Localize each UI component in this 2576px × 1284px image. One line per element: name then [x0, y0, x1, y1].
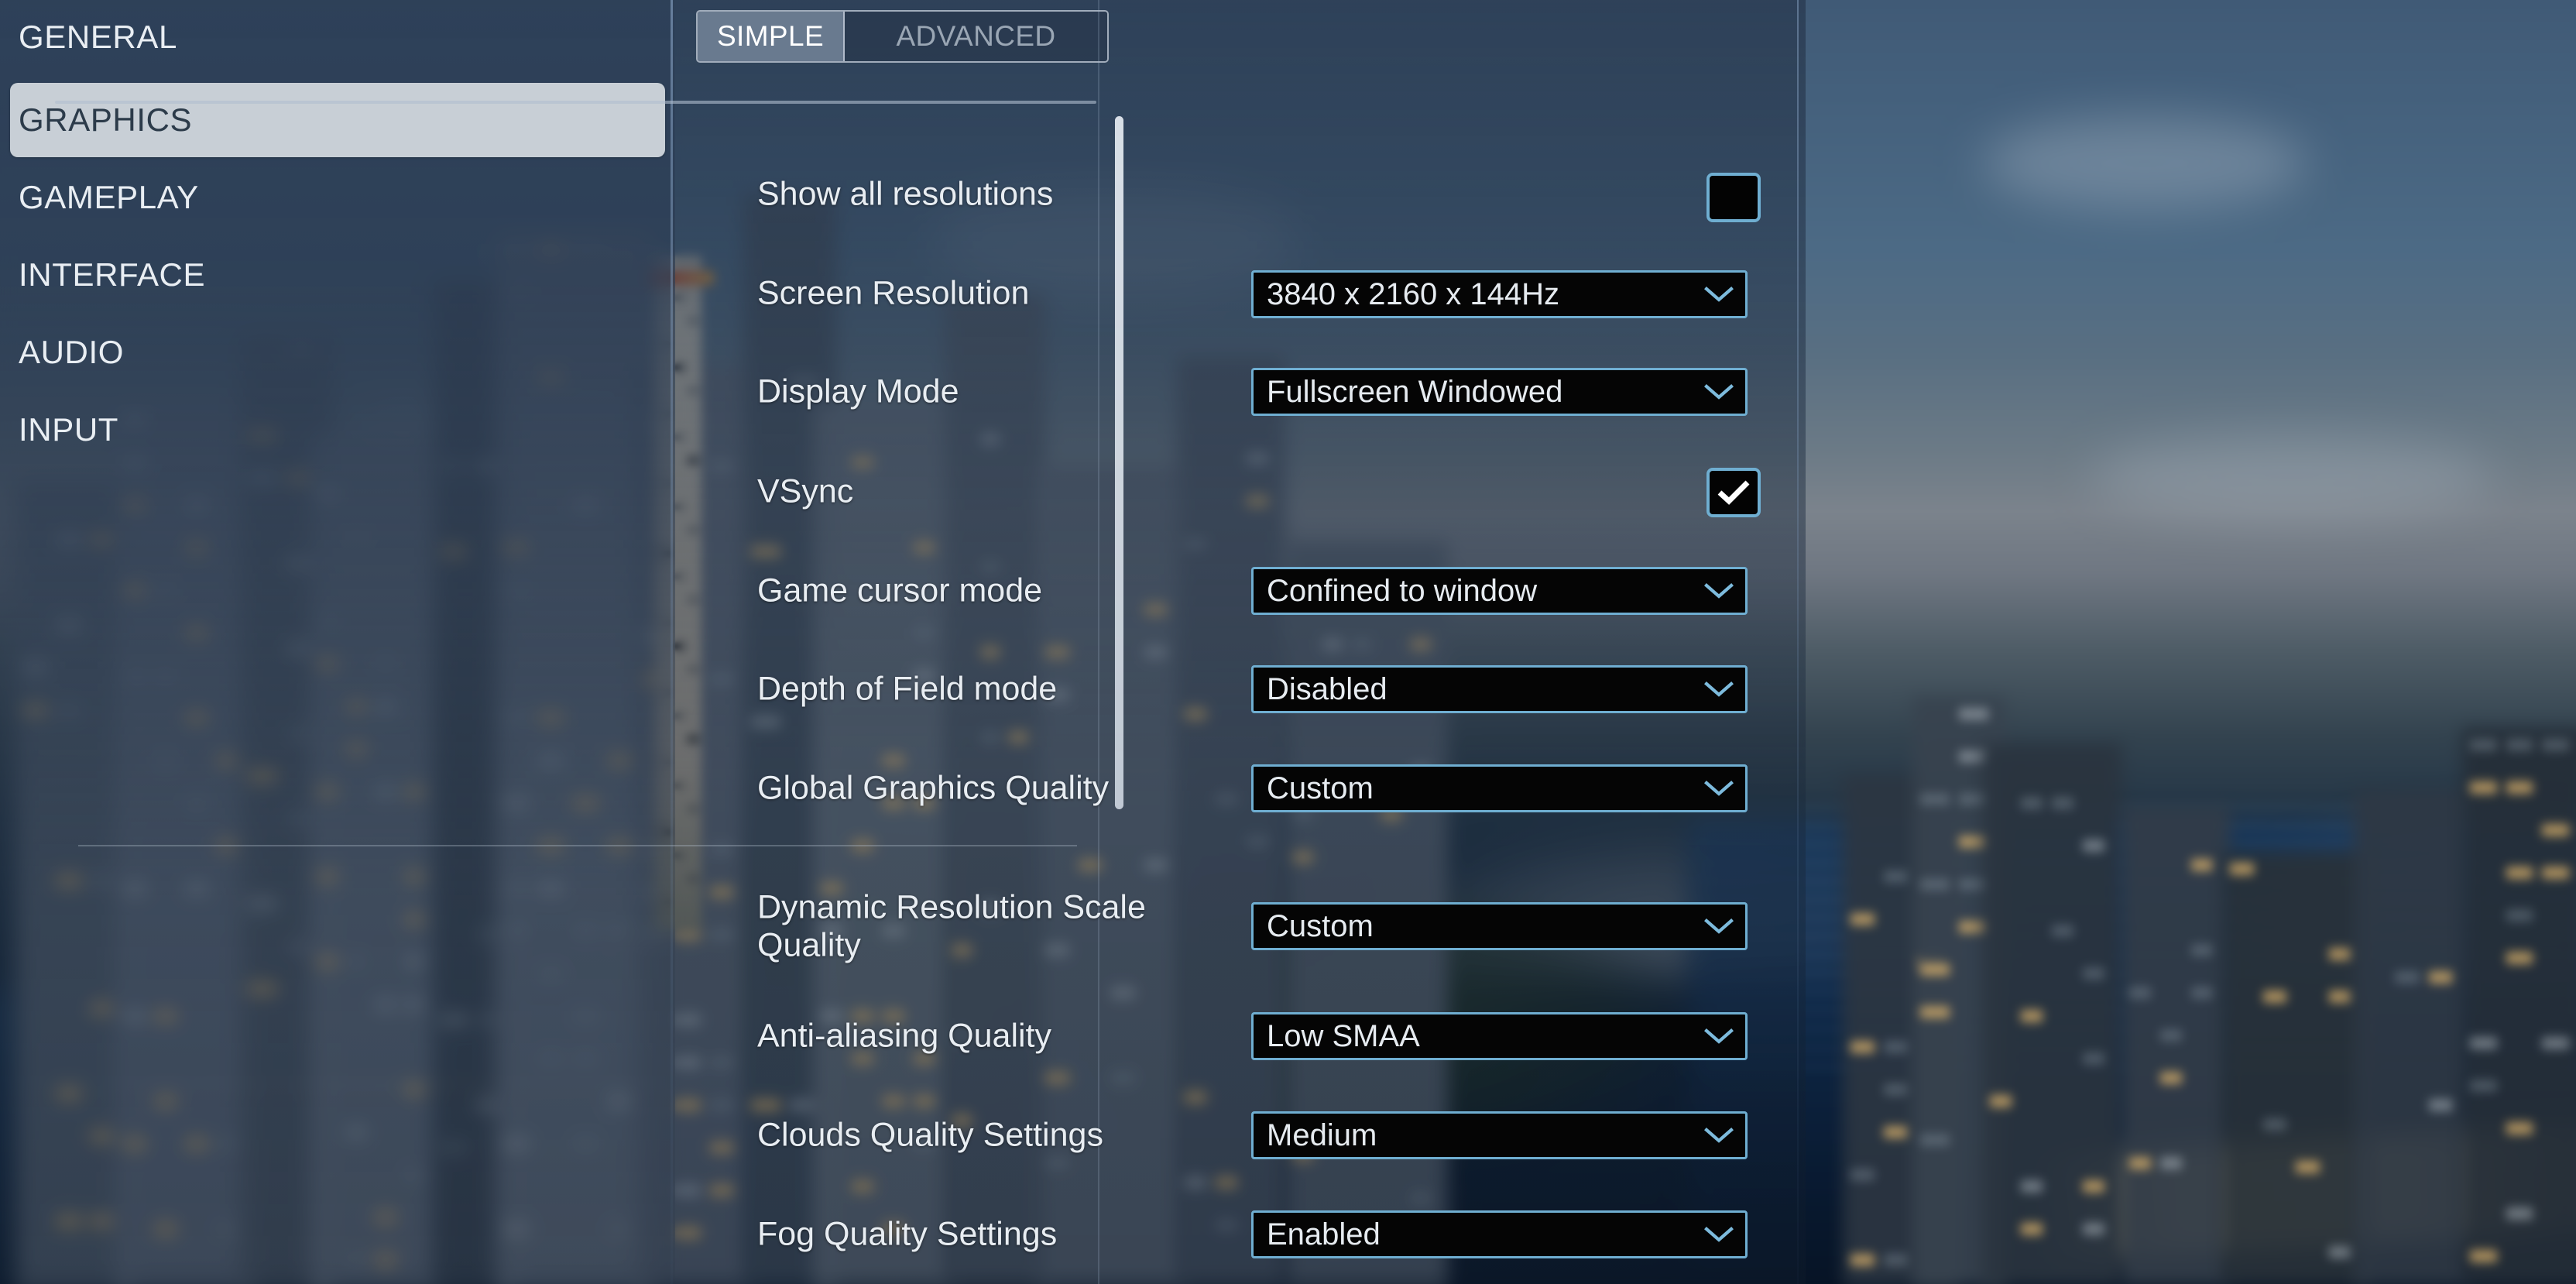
sidebar-item-gameplay[interactable]: GAMEPLAY — [10, 160, 665, 235]
dropdown-value: Disabled — [1267, 674, 1387, 705]
setting-label: Dynamic Resolution Scale Quality — [757, 888, 1237, 963]
setting-label: Anti-aliasing Quality — [757, 1018, 1237, 1056]
setting-dropdown[interactable]: 3840 x 2160 x 144Hz — [1251, 270, 1748, 318]
chevron-down-icon — [1703, 285, 1734, 304]
chevron-down-icon — [1703, 779, 1734, 798]
chevron-down-icon — [1703, 383, 1734, 401]
sidebar-item-general[interactable]: GENERAL — [10, 0, 665, 74]
sidebar-edge-divider — [671, 0, 673, 1284]
checkmark-icon — [1716, 479, 1751, 506]
setting-label: Screen Resolution — [757, 275, 1237, 313]
dropdown-value: Confined to window — [1267, 575, 1537, 606]
chevron-down-icon — [1703, 582, 1734, 600]
sidebar-item-graphics[interactable]: GRAPHICS — [10, 83, 665, 157]
setting-dropdown[interactable]: Fullscreen Windowed — [1251, 368, 1748, 416]
header-divider — [55, 101, 1096, 104]
setting-dropdown[interactable]: Custom — [1251, 764, 1748, 812]
sidebar-item-label: INTERFACE — [19, 259, 205, 291]
options-screen: GENERAL GRAPHICS GAMEPLAY INTERFACE AUDIO INP… — [0, 0, 2576, 1284]
setting-dropdown[interactable]: Enabled — [1251, 1210, 1748, 1258]
sidebar-item-interface[interactable]: INTERFACE — [10, 238, 665, 312]
sidebar-item-label: AUDIO — [19, 336, 124, 369]
setting-checkbox-unchecked[interactable] — [1706, 173, 1761, 222]
mode-tab-group[interactable]: SIMPLE ADVANCED — [696, 10, 1109, 63]
setting-label: Fog Quality Settings — [757, 1216, 1237, 1254]
setting-dropdown[interactable]: Low SMAA — [1251, 1012, 1748, 1060]
setting-dropdown[interactable]: Confined to window — [1251, 567, 1748, 615]
dropdown-value: Low SMAA — [1267, 1021, 1420, 1052]
dropdown-value: Fullscreen Windowed — [1267, 376, 1562, 407]
tab-simple[interactable]: SIMPLE — [698, 12, 845, 61]
content-edge-divider — [1797, 0, 1799, 1284]
dropdown-value: 3840 x 2160 x 144Hz — [1267, 279, 1559, 310]
setting-label: Clouds Quality Settings — [757, 1117, 1237, 1155]
setting-label: Depth of Field mode — [757, 671, 1237, 709]
setting-label: Display Mode — [757, 373, 1237, 411]
chevron-down-icon — [1703, 917, 1734, 936]
setting-checkbox-checked[interactable] — [1706, 468, 1761, 517]
setting-dropdown[interactable]: Custom — [1251, 902, 1748, 950]
sidebar-item-label: INPUT — [19, 414, 118, 446]
dropdown-value: Custom — [1267, 911, 1374, 942]
tab-advanced[interactable]: ADVANCED — [845, 12, 1107, 61]
dropdown-value: Custom — [1267, 773, 1374, 804]
group-divider — [78, 845, 1077, 846]
setting-label: Global Graphics Quality — [757, 770, 1237, 808]
sidebar-item-audio[interactable]: AUDIO — [10, 315, 665, 390]
chevron-down-icon — [1703, 680, 1734, 699]
setting-label: VSync — [757, 473, 1237, 511]
sidebar-item-label: GENERAL — [19, 21, 177, 53]
setting-dropdown[interactable]: Disabled — [1251, 665, 1748, 713]
setting-label: Game cursor mode — [757, 572, 1237, 610]
dropdown-value: Enabled — [1267, 1219, 1381, 1250]
dropdown-value: Medium — [1267, 1120, 1377, 1151]
sidebar-item-input[interactable]: INPUT — [10, 393, 665, 467]
chevron-down-icon — [1703, 1126, 1734, 1145]
chevron-down-icon — [1703, 1027, 1734, 1045]
setting-label: Show all resolutions — [757, 176, 1237, 214]
sidebar-item-label: GAMEPLAY — [19, 181, 199, 214]
sidebar-item-label: GRAPHICS — [19, 104, 192, 136]
setting-dropdown[interactable]: Medium — [1251, 1111, 1748, 1159]
chevron-down-icon — [1703, 1225, 1734, 1244]
